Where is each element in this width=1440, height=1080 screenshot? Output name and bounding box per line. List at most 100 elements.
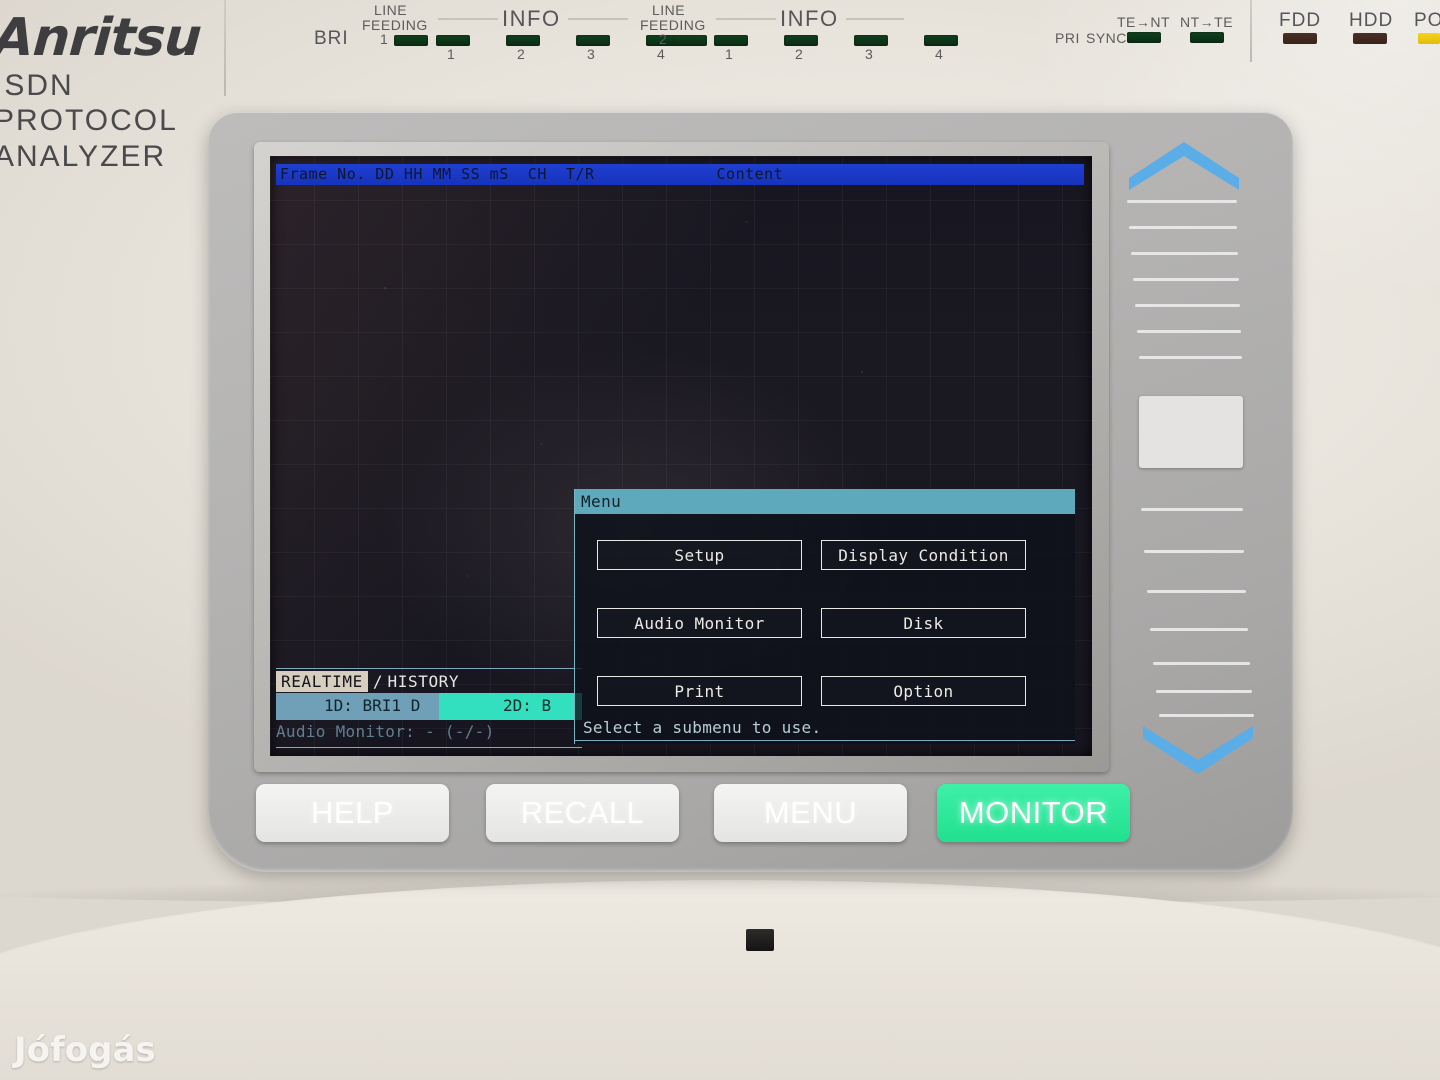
chevron-up-icon[interactable] [1125, 138, 1243, 190]
led-line-feeding-1 [394, 35, 428, 46]
led-hdd [1353, 33, 1387, 44]
trace-column-header: Frame No. DD HH MM SS mS CH T/R Content [276, 164, 1084, 185]
site-watermark: Jófogás [14, 1030, 156, 1070]
scroll-thumb[interactable] [1139, 396, 1243, 468]
bri-label: BRI [314, 28, 349, 49]
status-bottom-divider [276, 747, 582, 748]
scroll-tick-11 [1150, 628, 1248, 631]
led-power [1418, 33, 1440, 44]
line-feeding-1-index: 1 [380, 31, 389, 47]
lower-front-panel [0, 880, 1440, 1080]
status-panel: REALTIME / HISTORY 1D: BRI1 D 2D: B Audi… [276, 668, 582, 748]
scroll-tick-3 [1131, 252, 1238, 255]
scroll-tick-1 [1127, 200, 1237, 203]
menu-item-print[interactable]: Print [597, 676, 802, 706]
chevron-down-icon[interactable] [1139, 726, 1257, 778]
scroll-control [1125, 138, 1254, 778]
line-feeding-2-label-top: LINE [652, 2, 686, 18]
scroll-tick-9 [1144, 550, 1244, 553]
brand-name: Anritsu [0, 8, 203, 68]
led-info-2-1 [714, 35, 748, 46]
led-info-2-4 [924, 35, 958, 46]
fdd-label: FDD [1279, 10, 1322, 31]
mode-realtime-label: REALTIME [276, 670, 368, 692]
power-label: POW [1414, 10, 1440, 31]
scroll-tick-4 [1133, 278, 1239, 281]
channel-row[interactable]: 1D: BRI1 D 2D: B [276, 693, 582, 720]
menu-bottom-divider [575, 740, 1075, 741]
brand-line-3: ANALYZER [0, 139, 167, 173]
mode-indicator[interactable]: REALTIME / HISTORY [276, 669, 582, 693]
help-button[interactable]: HELP [256, 784, 449, 842]
brand-line-1: ISDN [0, 69, 74, 102]
led-info-2-3 [854, 35, 888, 46]
led-info-1-1 [436, 35, 470, 46]
led-info-1-3 [576, 35, 610, 46]
info-1-tick-3: 3 [587, 46, 596, 62]
info-1-rule-right [568, 18, 628, 20]
brand-line-2: PROTOCOL [0, 104, 178, 138]
menu-dialog: Menu Setup Display Condition Audio Monit… [574, 489, 1075, 744]
line-feeding-1-label-bottom: FEEDING [362, 17, 428, 33]
menu-item-option[interactable]: Option [821, 676, 1026, 706]
sync-label: SYNC [1086, 30, 1127, 46]
info-1-tick-1: 1 [447, 46, 456, 62]
led-info-2-2 [784, 35, 818, 46]
scroll-tick-12 [1153, 662, 1250, 665]
scroll-tick-5 [1135, 304, 1240, 307]
line-feeding-1-label-top: LINE [374, 2, 408, 18]
pri-label: PRI [1055, 30, 1080, 46]
soft-key-row: HELP RECALL MENU MONITOR [256, 784, 1256, 848]
info-1-tick-2: 2 [517, 46, 526, 62]
info-2-tick-3: 3 [865, 46, 874, 62]
brand-logo: Anritsu ISDN PROTOCOL ANALYZER [0, 8, 203, 174]
panel-divider-right [1250, 0, 1252, 62]
panel-divider-left [224, 0, 226, 96]
scroll-tick-7 [1139, 356, 1242, 359]
hdd-label: HDD [1349, 10, 1394, 31]
scroll-tick-14 [1159, 714, 1254, 717]
info-1-tick-4: 4 [657, 46, 666, 62]
info-1-rule-left [438, 18, 498, 20]
instrument-face: Frame No. DD HH MM SS mS CH T/R Content R… [208, 112, 1293, 872]
audio-monitor-status: Audio Monitor: - (-/-) [276, 722, 495, 741]
channel-1d-label: 1D: BRI1 D [324, 696, 421, 715]
trace-header-columns: Frame No. DD HH MM SS mS CH T/R [280, 165, 595, 183]
lcd-screen: Frame No. DD HH MM SS mS CH T/R Content R… [270, 156, 1092, 756]
scroll-tick-6 [1137, 330, 1241, 333]
led-info-1-2 [506, 35, 540, 46]
lcd-bezel: Frame No. DD HH MM SS mS CH T/R Content R… [254, 142, 1109, 772]
menu-button[interactable]: MENU [714, 784, 907, 842]
info-2-tick-4: 4 [935, 46, 944, 62]
menu-hint-text: Select a submenu to use. [583, 718, 822, 737]
line-feeding-2-index: 2 [659, 31, 668, 47]
scroll-tick-8 [1141, 508, 1243, 511]
menu-item-disk[interactable]: Disk [821, 608, 1026, 638]
info-2-tick-2: 2 [795, 46, 804, 62]
scroll-tick-2 [1129, 226, 1237, 229]
info-2-label: INFO [780, 6, 839, 31]
menu-dialog-title: Menu [575, 489, 1075, 514]
device-chassis: Anritsu ISDN PROTOCOL ANALYZER BRI LINE … [0, 0, 1440, 1080]
mode-history-label: HISTORY [387, 671, 460, 691]
led-line-feeding-2 [673, 35, 707, 46]
nt-to-te-label: NT→TE [1180, 14, 1234, 30]
panel-latch [746, 929, 774, 951]
menu-item-setup[interactable]: Setup [597, 540, 802, 570]
led-nt-to-te [1190, 32, 1224, 43]
info-2-tick-1: 1 [725, 46, 734, 62]
channel-2d-label: 2D: B [503, 696, 552, 715]
info-1-label: INFO [502, 6, 561, 31]
te-to-nt-label: TE→NT [1117, 14, 1171, 30]
menu-item-display-condition[interactable]: Display Condition [821, 540, 1026, 570]
led-fdd [1283, 33, 1317, 44]
scroll-tick-13 [1156, 690, 1252, 693]
line-feeding-2-label-bottom: FEEDING [640, 17, 706, 33]
led-te-to-nt [1127, 32, 1161, 43]
recall-button[interactable]: RECALL [486, 784, 679, 842]
trace-header-content: Content [716, 165, 784, 183]
scroll-tick-10 [1147, 590, 1246, 593]
menu-button-grid: Setup Display Condition Audio Monitor Di… [575, 514, 1075, 708]
monitor-button[interactable]: MONITOR [937, 784, 1130, 842]
menu-item-audio-monitor[interactable]: Audio Monitor [597, 608, 802, 638]
